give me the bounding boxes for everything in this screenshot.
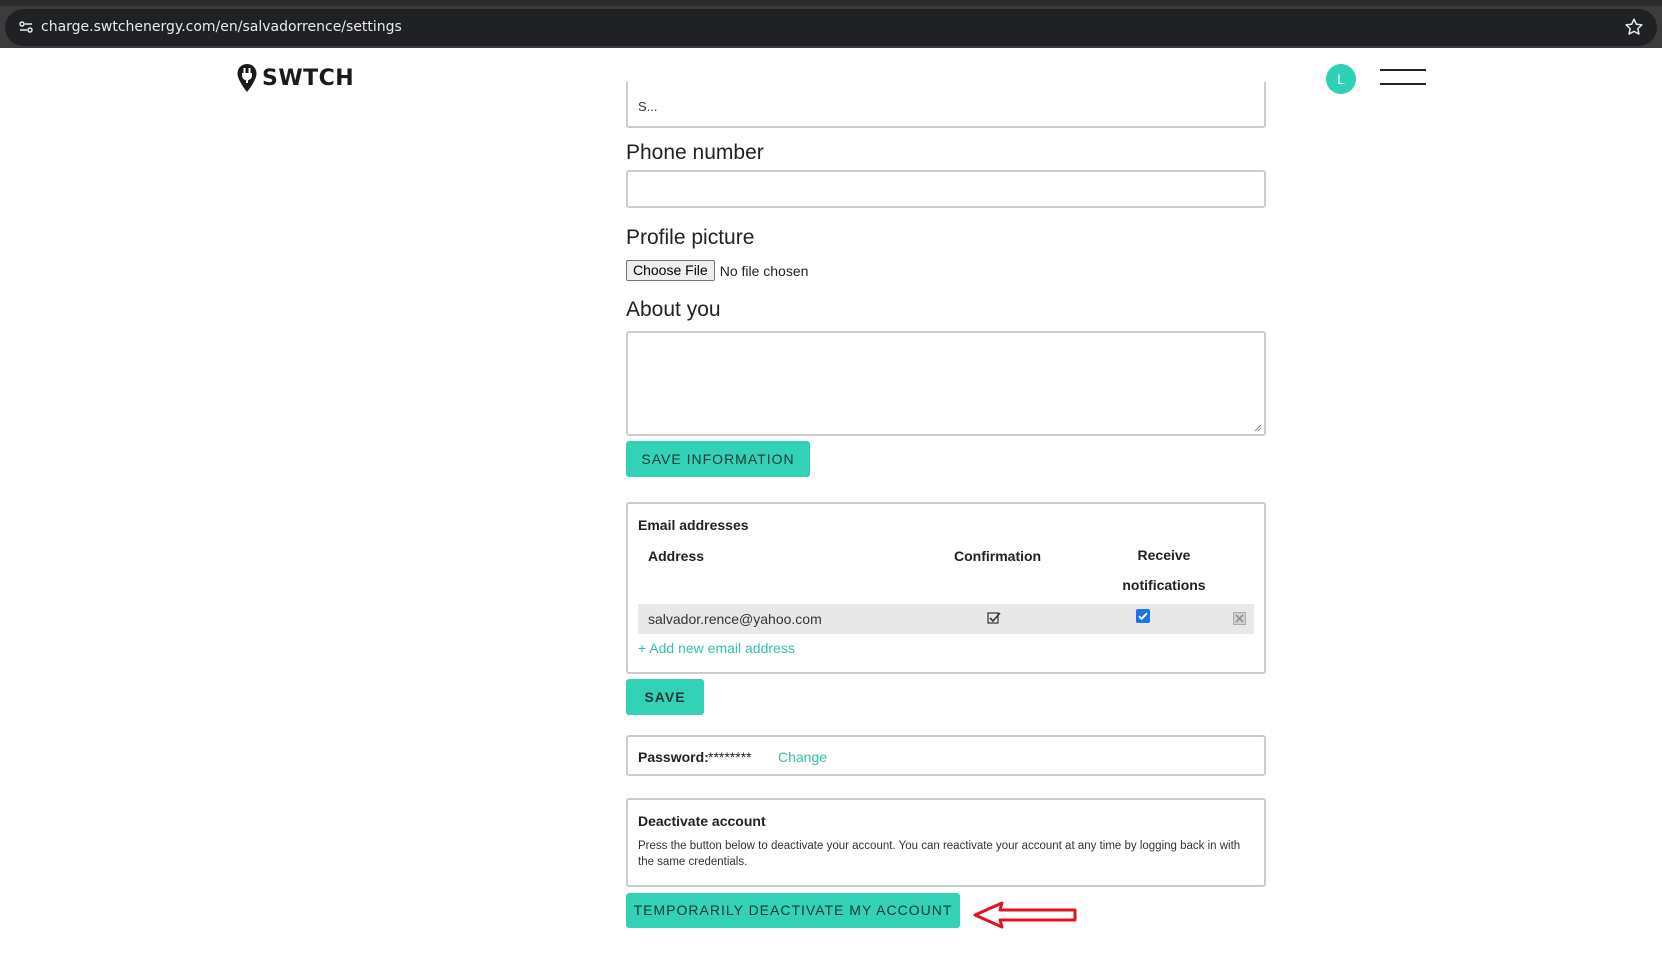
about-label: About you bbox=[626, 298, 721, 321]
receive-notifications-checkbox[interactable] bbox=[1136, 609, 1150, 623]
menu-icon-bar-bottom bbox=[1380, 83, 1426, 85]
deactivate-account-button[interactable]: TEMPORARILY DEACTIVATE MY ACCOUNT bbox=[626, 893, 960, 928]
about-textarea[interactable] bbox=[626, 331, 1266, 436]
deactivate-panel: Deactivate account Press the button belo… bbox=[626, 798, 1266, 887]
menu-icon[interactable] bbox=[1380, 69, 1426, 85]
choose-file-button[interactable]: Choose File bbox=[626, 260, 715, 281]
email-addresses-title: Email addresses bbox=[638, 517, 749, 533]
avatar[interactable]: L bbox=[1326, 64, 1356, 94]
file-picker: Choose File No file chosen bbox=[626, 260, 808, 281]
resize-grip-icon[interactable] bbox=[1254, 424, 1262, 432]
browser-tab-strip bbox=[0, 0, 1662, 6]
address-bar[interactable]: charge.swtchenergy.com/en/salvadorrence/… bbox=[5, 9, 1657, 46]
deactivate-description: Press the button below to deactivate you… bbox=[638, 840, 1241, 868]
email-address: salvador.rence@yahoo.com bbox=[648, 611, 822, 627]
col-receive-notifications: Receive notifications bbox=[1122, 547, 1206, 593]
password-value: ******** bbox=[708, 749, 752, 765]
phone-label: Phone number bbox=[626, 141, 764, 164]
browser-chrome: charge.swtchenergy.com/en/salvadorrence/… bbox=[0, 0, 1662, 48]
save-information-button[interactable]: SAVE INFORMATION bbox=[626, 441, 810, 477]
col-confirmation: Confirmation bbox=[954, 548, 1042, 564]
table-row: salvador.rence@yahoo.com bbox=[638, 604, 1254, 634]
delete-icon[interactable] bbox=[1233, 612, 1246, 625]
change-password-link[interactable]: Change bbox=[778, 749, 827, 765]
profile-picture-label: Profile picture bbox=[626, 226, 755, 249]
site-info-icon[interactable] bbox=[18, 19, 34, 35]
url-text[interactable]: charge.swtchenergy.com/en/salvadorrence/… bbox=[41, 17, 402, 37]
menu-icon-bar-top bbox=[1380, 69, 1426, 71]
email-addresses-panel: Email addresses Address Confirmation Rec… bbox=[626, 502, 1266, 674]
location-pin-plug-icon bbox=[237, 64, 257, 92]
annotation-arrow-icon bbox=[973, 901, 1077, 929]
file-status: No file chosen bbox=[719, 262, 809, 279]
checkmark-icon bbox=[1138, 612, 1148, 621]
logo-text: SWTCH bbox=[262, 65, 355, 91]
name-field[interactable]: S... bbox=[626, 82, 1266, 128]
site-logo[interactable]: SWTCH bbox=[236, 62, 354, 94]
col-address: Address bbox=[648, 548, 705, 564]
password-label: Password: bbox=[638, 749, 709, 765]
name-field-value: S... bbox=[638, 99, 658, 114]
deactivate-title: Deactivate account bbox=[638, 813, 766, 829]
save-emails-button[interactable]: SAVE bbox=[626, 679, 704, 715]
password-panel: Password: ******** Change bbox=[626, 735, 1266, 776]
phone-input[interactable] bbox=[626, 170, 1266, 208]
confirmed-check-icon bbox=[987, 612, 1001, 624]
add-email-link[interactable]: + Add new email address bbox=[638, 640, 795, 656]
bookmark-star-icon[interactable] bbox=[1623, 16, 1645, 38]
